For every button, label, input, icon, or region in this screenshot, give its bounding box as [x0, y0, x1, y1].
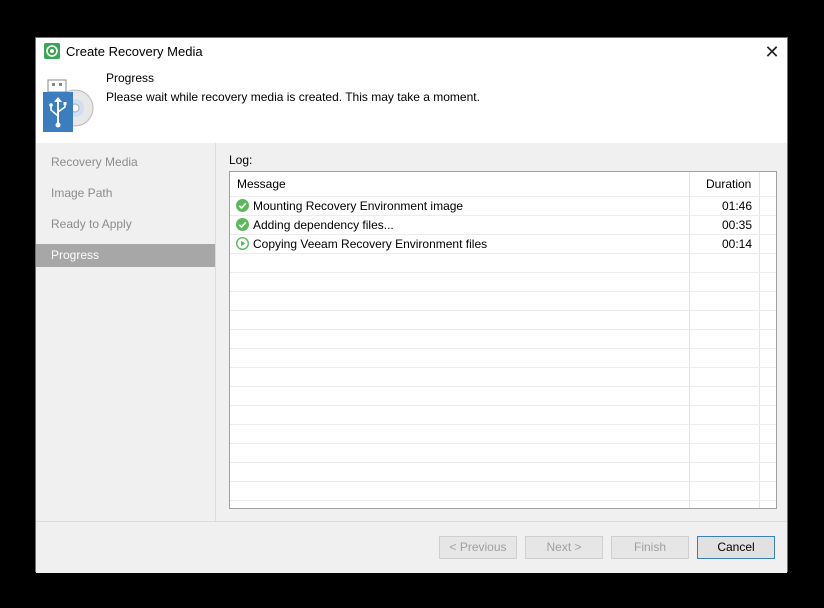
close-icon: ✕ [764, 42, 780, 62]
table-row[interactable]: Copying Veeam Recovery Environment files… [230, 234, 776, 253]
empty-row [230, 291, 776, 310]
empty-row [230, 481, 776, 500]
column-header-duration[interactable]: Duration [706, 177, 751, 191]
empty-row [230, 367, 776, 386]
empty-row [230, 386, 776, 405]
wizard-steps-sidebar: Recovery Media Image Path Ready to Apply… [36, 143, 216, 521]
log-label: Log: [229, 153, 253, 167]
play-circle-icon [235, 236, 250, 251]
create-recovery-media-dialog: Create Recovery Media ✕ Progress Please … [35, 37, 788, 573]
wizard-header: Progress Please wait while recovery medi… [36, 66, 787, 143]
header-description: Please wait while recovery media is crea… [106, 90, 480, 104]
empty-row [230, 462, 776, 481]
empty-row [230, 272, 776, 291]
empty-row [230, 500, 776, 508]
check-circle-icon [236, 199, 249, 212]
sidebar-item-ready-to-apply[interactable]: Ready to Apply [36, 213, 215, 236]
progress-content: Log: Message Duration Mounting Recovery … [216, 143, 789, 521]
sidebar-item-label: Image Path [51, 186, 113, 200]
sidebar-item-label: Progress [51, 248, 100, 262]
veeam-app-icon [44, 43, 60, 59]
finish-button[interactable]: Finish [611, 536, 689, 559]
empty-row [230, 405, 776, 424]
close-button[interactable]: ✕ [757, 38, 787, 66]
check-circle-icon [236, 218, 249, 231]
window-title: Create Recovery Media [66, 44, 203, 59]
header-title: Progress [106, 71, 155, 85]
empty-row [230, 329, 776, 348]
log-table[interactable]: Message Duration Mounting Recovery Envir… [229, 171, 777, 509]
wizard-body: Recovery Media Image Path Ready to Apply… [36, 143, 787, 521]
empty-row [230, 310, 776, 329]
sidebar-item-label: Ready to Apply [51, 217, 132, 231]
empty-row [230, 348, 776, 367]
cancel-button[interactable]: Cancel [697, 536, 775, 559]
empty-row [230, 424, 776, 443]
row-message: Mounting Recovery Environment image [253, 199, 464, 213]
next-button[interactable]: Next > [525, 536, 603, 559]
sidebar-item-recovery-media[interactable]: Recovery Media [36, 151, 215, 174]
title-bar: Create Recovery Media ✕ [36, 38, 787, 66]
empty-row [230, 443, 776, 462]
sidebar-item-image-path[interactable]: Image Path [36, 182, 215, 205]
empty-row [230, 253, 776, 272]
table-row[interactable]: Mounting Recovery Environment image 01:4… [230, 196, 776, 215]
previous-button[interactable]: < Previous [439, 536, 517, 559]
wizard-footer: < Previous Next > Finish Cancel [36, 521, 787, 573]
usb-disc-icon [41, 78, 97, 134]
row-duration: 00:35 [721, 218, 752, 232]
row-duration: 01:46 [721, 199, 752, 213]
table-row[interactable]: Adding dependency files... 00:35 [230, 215, 776, 234]
row-message: Copying Veeam Recovery Environment files [253, 237, 488, 251]
column-header-message[interactable]: Message [237, 177, 286, 191]
sidebar-item-label: Recovery Media [51, 155, 138, 169]
row-message: Adding dependency files... [253, 218, 394, 232]
sidebar-item-progress[interactable]: Progress [36, 244, 215, 267]
row-duration: 00:14 [721, 237, 752, 251]
